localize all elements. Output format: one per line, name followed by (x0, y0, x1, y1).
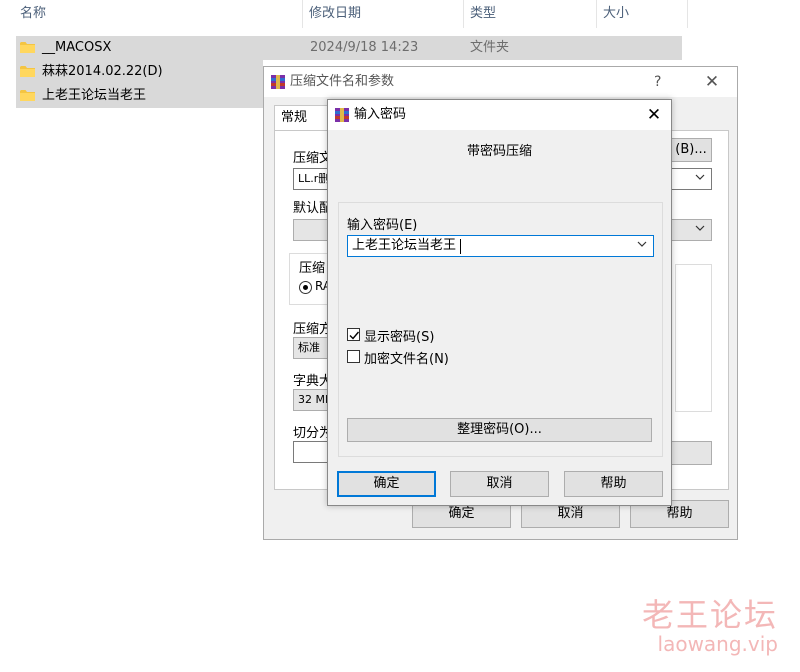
help-label: 帮助 (666, 506, 693, 521)
show-password-checkbox[interactable] (347, 328, 360, 341)
dialog-subtitle: 带密码压缩 (466, 144, 532, 159)
table-row[interactable]: 菻菻2014.02.22(D) (16, 60, 263, 84)
help-label: 帮助 (600, 476, 627, 491)
organize-button-label: 整理密码(O)... (457, 422, 542, 437)
help-icon[interactable]: ? (654, 67, 661, 97)
folder-icon (20, 41, 36, 54)
options-group (675, 264, 712, 412)
browse-button[interactable]: (B)... (670, 138, 712, 162)
dialog-title: 压缩文件名和参数 (290, 74, 395, 89)
tab-general-label: 常规 (281, 110, 308, 125)
ok-button[interactable]: 确定 (337, 471, 436, 497)
dialog-titlebar[interactable]: 输入密码 ✕ (328, 100, 671, 130)
ok-label: 确定 (373, 476, 400, 491)
dialog-title: 输入密码 (354, 107, 407, 122)
encrypt-names-checkbox[interactable] (347, 350, 360, 363)
column-header-type[interactable]: 类型 (464, 0, 596, 28)
profile-dropdown[interactable] (670, 219, 712, 241)
password-value: 上老王论坛当老王 (352, 238, 457, 253)
archive-name-dropdown[interactable] (670, 168, 712, 190)
file-date: 2024/9/18 14:23 (310, 40, 419, 55)
file-type: 文件夹 (470, 40, 510, 55)
close-icon[interactable]: ✕ (642, 100, 666, 130)
file-name: 菻菻2014.02.22(D) (42, 64, 163, 79)
column-date-label: 修改日期 (309, 6, 362, 21)
radio-dot (303, 285, 308, 290)
watermark-text: 老王论坛 (641, 596, 778, 634)
file-name: 上老王论坛当老王 (42, 88, 147, 103)
cancel-button[interactable]: 取消 (450, 471, 549, 497)
archive-name-value: LL.r删 (298, 172, 330, 185)
ok-label: 确定 (448, 506, 475, 521)
chevron-down-icon[interactable] (637, 239, 647, 249)
winrar-icon (334, 107, 350, 123)
table-row[interactable]: 上老王论坛当老王 (16, 84, 263, 108)
tab-general[interactable]: 常规 (274, 105, 328, 131)
column-header-date[interactable]: 修改日期 (303, 0, 463, 28)
column-name-label: 名称 (20, 6, 47, 21)
password-label: 输入密码(E) (347, 218, 418, 233)
winrar-icon (270, 74, 286, 90)
checkmark-icon (349, 331, 360, 340)
password-dialog: 输入密码 ✕ 带密码压缩 输入密码(E) 上老王论坛当老王 显示密码(S) 加密… (327, 99, 672, 506)
file-name: __MACOSX (42, 40, 112, 55)
cancel-label: 取消 (486, 476, 513, 491)
set-password-button[interactable] (670, 441, 712, 465)
column-header-size[interactable]: 大小 (597, 0, 687, 28)
method-value: 标准 (298, 341, 320, 354)
column-size-label: 大小 (603, 6, 630, 21)
encrypt-names-label: 加密文件名(N) (364, 352, 449, 367)
text-caret (460, 239, 461, 254)
format-radio[interactable] (299, 281, 312, 294)
help-button[interactable]: 帮助 (564, 471, 663, 497)
column-divider[interactable] (687, 0, 688, 28)
show-password-label: 显示密码(S) (364, 330, 435, 345)
chevron-down-icon (695, 225, 705, 231)
folder-icon (20, 89, 36, 102)
browse-button-label: (B)... (675, 142, 707, 157)
organize-passwords-button[interactable]: 整理密码(O)... (347, 418, 652, 442)
cancel-label: 取消 (557, 506, 584, 521)
sort-ascending-icon: ^ (150, 0, 161, 8)
folder-icon (20, 65, 36, 78)
column-type-label: 类型 (470, 6, 497, 21)
archive-format-label: 压缩 (299, 261, 326, 276)
chevron-down-icon (695, 174, 705, 180)
watermark-url: laowang.vip (657, 632, 778, 656)
table-row[interactable]: __MACOSX 2024/9/18 14:23 文件夹 (16, 36, 682, 60)
close-icon[interactable]: ✕ (700, 67, 724, 97)
dialog-titlebar[interactable]: 压缩文件名和参数 ? ✕ (264, 67, 737, 97)
password-input[interactable]: 上老王论坛当老王 (347, 235, 654, 257)
